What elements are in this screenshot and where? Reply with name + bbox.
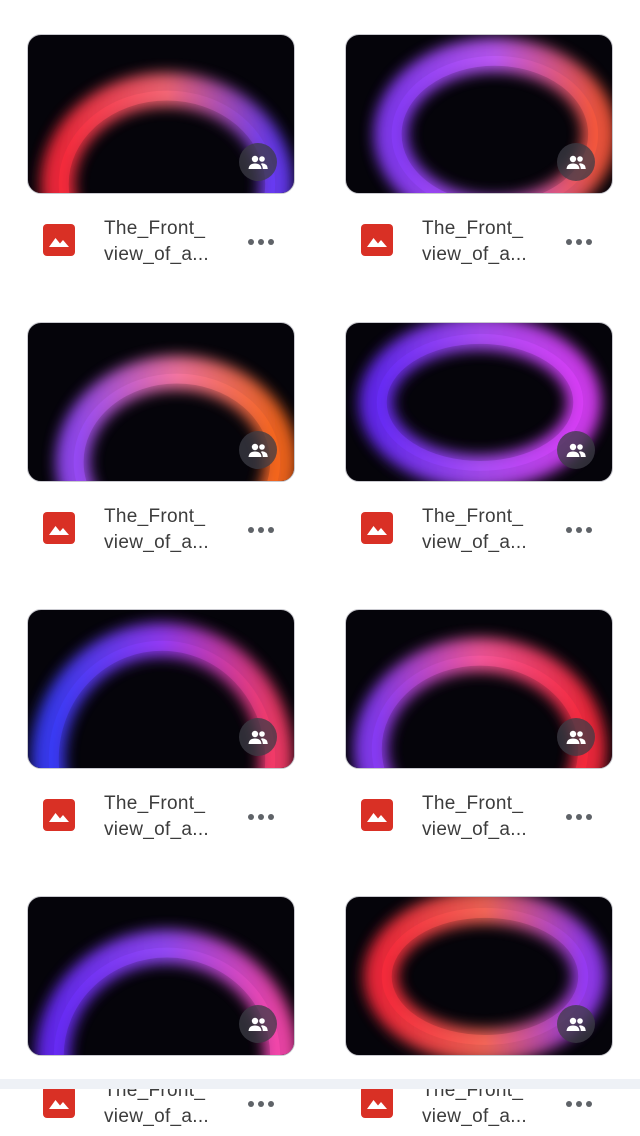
more-dots-icon[interactable] <box>563 226 595 258</box>
shared-people-icon <box>239 143 277 181</box>
file-name-line1: The_Front_ <box>104 218 206 239</box>
shared-people-icon <box>557 143 595 181</box>
file-meta: The_Front_ view_of_a... <box>27 1066 295 1136</box>
file-name-line1: The_Front_ <box>422 793 524 814</box>
file-meta: The_Front_ view_of_a... <box>345 492 613 562</box>
file-name[interactable]: The_Front_ view_of_a... <box>422 216 548 268</box>
file-name[interactable]: The_Front_ view_of_a... <box>104 504 230 556</box>
file-name[interactable]: The_Front_ view_of_a... <box>422 791 548 843</box>
shared-people-icon <box>239 1005 277 1043</box>
file-name-line2: view_of_a... <box>422 1106 527 1127</box>
image-file-icon <box>43 1086 75 1118</box>
file-meta: The_Front_ view_of_a... <box>27 204 295 274</box>
more-dots-icon[interactable] <box>245 1088 277 1120</box>
more-dots-icon[interactable] <box>563 801 595 833</box>
file-name-line2: view_of_a... <box>104 1106 209 1127</box>
shared-people-icon <box>557 1005 595 1043</box>
file-name-line2: view_of_a... <box>104 819 209 840</box>
file-meta: The_Front_ view_of_a... <box>27 779 295 849</box>
image-file-icon <box>361 799 393 831</box>
file-thumbnail[interactable] <box>345 34 613 194</box>
image-file-icon <box>43 512 75 544</box>
image-file-icon <box>43 799 75 831</box>
file-name-line1: The_Front_ <box>422 218 524 239</box>
shared-people-icon <box>557 718 595 756</box>
file-name-line2: view_of_a... <box>422 819 527 840</box>
file-meta: The_Front_ view_of_a... <box>345 1066 613 1136</box>
file-name[interactable]: The_Front_ view_of_a... <box>104 216 230 268</box>
file-name-line2: view_of_a... <box>422 244 527 265</box>
image-file-icon <box>361 224 393 256</box>
file-name-line1: The_Front_ <box>422 506 524 527</box>
file-name-line1: The_Front_ <box>104 506 206 527</box>
file-meta: The_Front_ view_of_a... <box>27 492 295 562</box>
file-meta: The_Front_ view_of_a... <box>345 204 613 274</box>
file-meta: The_Front_ view_of_a... <box>345 779 613 849</box>
file-thumbnail[interactable] <box>345 322 613 482</box>
image-file-icon <box>361 1086 393 1118</box>
file-thumbnail[interactable] <box>27 322 295 482</box>
file-thumbnail[interactable] <box>27 34 295 194</box>
more-dots-icon[interactable] <box>563 514 595 546</box>
file-name-line1: The_Front_ <box>104 793 206 814</box>
shared-people-icon <box>239 718 277 756</box>
bottom-strip <box>0 1079 640 1089</box>
file-name-line2: view_of_a... <box>422 532 527 553</box>
more-dots-icon[interactable] <box>563 1088 595 1120</box>
file-thumbnail[interactable] <box>27 609 295 769</box>
image-file-icon <box>361 512 393 544</box>
file-thumbnail[interactable] <box>27 896 295 1056</box>
file-name-line2: view_of_a... <box>104 532 209 553</box>
shared-people-icon <box>239 431 277 469</box>
image-file-icon <box>43 224 75 256</box>
file-name[interactable]: The_Front_ view_of_a... <box>422 504 548 556</box>
file-name-line2: view_of_a... <box>104 244 209 265</box>
file-thumbnail[interactable] <box>345 896 613 1056</box>
file-name[interactable]: The_Front_ view_of_a... <box>104 791 230 843</box>
file-thumbnail[interactable] <box>345 609 613 769</box>
shared-people-icon <box>557 431 595 469</box>
more-dots-icon[interactable] <box>245 514 277 546</box>
more-dots-icon[interactable] <box>245 226 277 258</box>
more-dots-icon[interactable] <box>245 801 277 833</box>
